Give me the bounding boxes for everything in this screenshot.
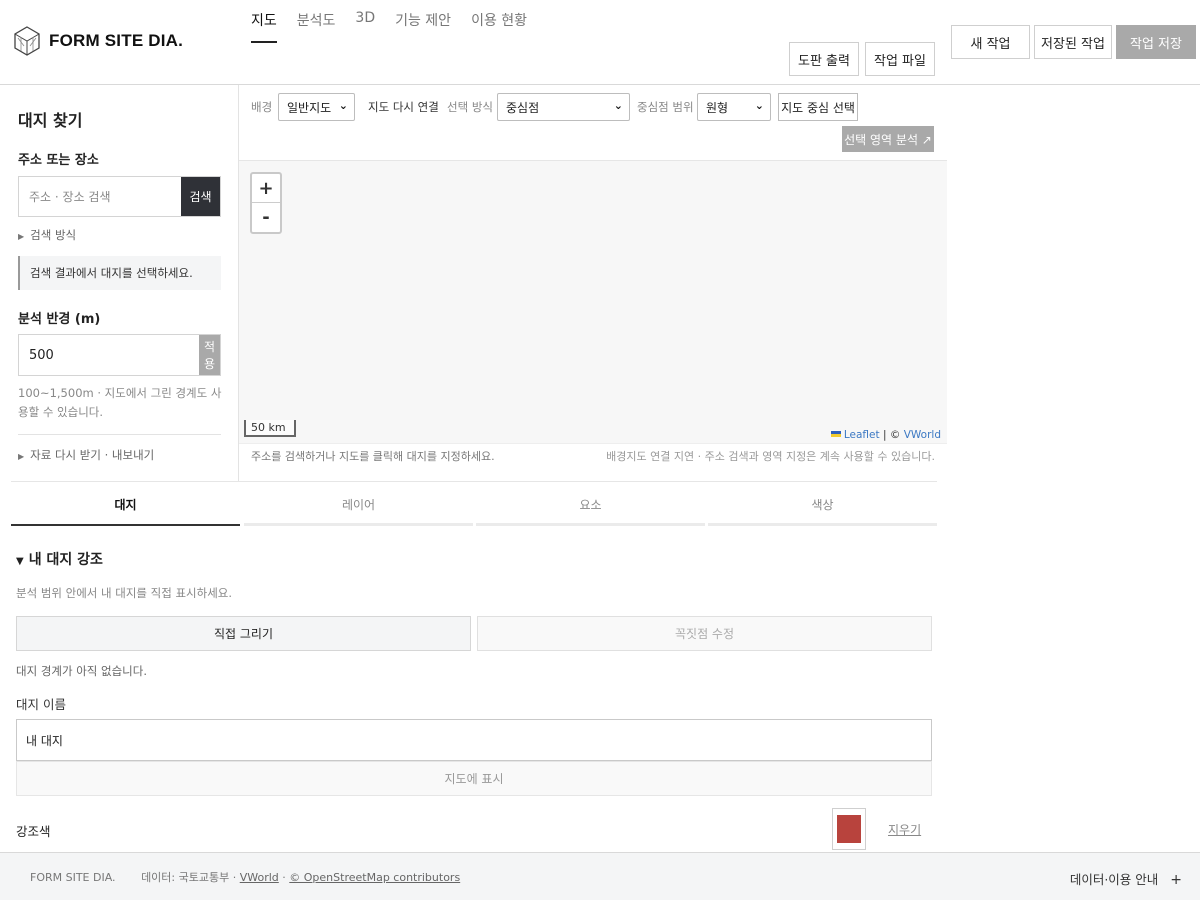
- page-footer: FORM SITE DIA. 데이터: 국토교통부 · VWorld · © O…: [0, 852, 1200, 900]
- logo-text: FORM SITE DIA.: [49, 31, 184, 50]
- map-hint: 주소를 검색하거나 지도를 클릭해 대지를 지정하세요.: [251, 450, 495, 463]
- edit-vertex-button[interactable]: 꼭짓점 수정: [477, 616, 932, 651]
- search-method-toggle[interactable]: ▶ 검색 방식: [18, 227, 76, 243]
- new-work-button[interactable]: 새 작업: [951, 25, 1030, 59]
- work-file-button[interactable]: 작업 파일: [865, 42, 935, 76]
- center-range-select[interactable]: 원형 ⌄: [697, 93, 771, 121]
- footer-brand: FORM SITE DIA.: [30, 871, 116, 884]
- site-name-label: 대지 이름: [16, 697, 66, 712]
- site-search-panel: 대지 찾기 주소 또는 장소 검색 ▶ 검색 방식 검색 결과에서 대지를 선택하…: [0, 85, 239, 481]
- nav-analysis[interactable]: 분석도: [297, 10, 336, 43]
- plus-icon: +: [1170, 872, 1182, 888]
- clear-color-link[interactable]: 지우기: [888, 821, 921, 838]
- radius-input[interactable]: [19, 335, 199, 375]
- tab-layers[interactable]: 레이어: [244, 482, 473, 526]
- center-range-label: 중심점 범위: [637, 100, 694, 114]
- attribution-separator: | ©: [882, 429, 901, 441]
- triangle-right-icon: ▶: [18, 452, 25, 461]
- zoom-out-button[interactable]: -: [252, 203, 280, 232]
- triangle-right-icon: ▶: [18, 232, 25, 241]
- tab-site[interactable]: 대지: [11, 482, 240, 526]
- show-on-map-button[interactable]: 지도에 표시: [16, 761, 932, 796]
- search-hint: 검색 결과에서 대지를 선택하세요.: [18, 256, 221, 290]
- footer-credits: FORM SITE DIA. 데이터: 국토교통부 · VWorld · © O…: [30, 869, 460, 885]
- nav-3d[interactable]: 3D: [355, 10, 375, 43]
- address-label: 주소 또는 장소: [18, 153, 99, 168]
- vworld-link[interactable]: VWorld: [904, 429, 941, 441]
- triangle-down-icon: ▼: [16, 556, 24, 567]
- chevron-down-icon: ⌄: [338, 99, 348, 112]
- zoom-in-button[interactable]: +: [252, 174, 280, 203]
- reload-export-label: 자료 다시 받기 · 내보내기: [30, 448, 155, 462]
- section-description: 분석 범위 안에서 내 대지를 직접 표시하세요.: [16, 586, 233, 600]
- analyze-selection-button[interactable]: 선택 영역 분석 ↗: [842, 126, 934, 152]
- app-header: FORM SITE DIA. 지도 분석도 3D 기능 제안 이용 현황 도판 …: [0, 0, 1200, 85]
- section-title: 내 대지 강조: [28, 552, 103, 568]
- draw-directly-button[interactable]: 직접 그리기: [16, 616, 471, 651]
- accent-color-picker[interactable]: [832, 808, 866, 850]
- map-canvas[interactable]: + - 50 km Leaflet | © VWorld: [239, 161, 947, 443]
- map-connection-status: 배경지도 연결 지연 · 주소 검색과 영역 지정은 계속 사용할 수 있습니다…: [606, 450, 935, 463]
- accent-color-swatch: [837, 815, 861, 843]
- panel-title: 대지 찾기: [18, 111, 83, 130]
- save-work-button[interactable]: 작업 저장: [1116, 25, 1196, 59]
- nav-feature-request[interactable]: 기능 제안: [395, 10, 451, 43]
- footer-vworld-link[interactable]: VWorld: [240, 871, 279, 884]
- zoom-control: + -: [250, 172, 282, 234]
- divider: [18, 434, 221, 435]
- center-range-value: 원형: [706, 100, 729, 115]
- search-method-label: 검색 방식: [30, 228, 77, 242]
- nav-map[interactable]: 지도: [251, 10, 277, 43]
- select-mode-label: 선택 방식: [447, 100, 493, 114]
- background-label: 배경: [251, 100, 273, 114]
- tab-colors[interactable]: 색상: [708, 482, 937, 526]
- chevron-down-icon: ⌄: [754, 99, 764, 112]
- panel-tabs: 대지 레이어 요소 색상: [11, 481, 937, 526]
- footer-data-source: 데이터: 국토교통부 ·: [141, 871, 237, 884]
- saved-work-button[interactable]: 저장된 작업: [1034, 25, 1112, 59]
- main-nav: 지도 분석도 3D 기능 제안 이용 현황: [251, 10, 547, 43]
- address-search-box: 검색: [18, 176, 221, 217]
- reconnect-map-link[interactable]: 지도 다시 연결: [368, 99, 439, 115]
- footer-osm-link[interactable]: © OpenStreetMap contributors: [289, 871, 460, 884]
- background-select[interactable]: 일반지도 ⌄: [278, 93, 355, 121]
- map-toolbar: 배경 일반지도 ⌄ 지도 다시 연결 선택 방식 중심점 ⌄ 중심점 범위 원형…: [239, 85, 947, 161]
- nav-usage-status[interactable]: 이용 현황: [471, 10, 527, 43]
- radius-box: 적용: [18, 334, 221, 376]
- leaflet-link[interactable]: Leaflet: [844, 429, 880, 441]
- radius-label: 분석 반경 (m): [18, 312, 101, 327]
- reload-export-toggle[interactable]: ▶ 자료 다시 받기 · 내보내기: [18, 447, 154, 463]
- logo-cube-icon: [14, 26, 40, 56]
- map-attribution: Leaflet | © VWorld: [830, 429, 941, 441]
- background-select-value: 일반지도: [287, 100, 332, 115]
- no-boundary-message: 대지 경계가 아직 없습니다.: [16, 664, 148, 678]
- address-search-input[interactable]: [19, 177, 181, 216]
- select-mode-select[interactable]: 중심점 ⌄: [497, 93, 630, 121]
- tab-elements[interactable]: 요소: [476, 482, 705, 526]
- data-usage-info-label: 데이터·이용 안내: [1069, 872, 1159, 887]
- data-usage-info-toggle[interactable]: 데이터·이용 안내 +: [1070, 869, 1182, 888]
- ukraine-flag-icon: [830, 431, 841, 437]
- scale-bar: 50 km: [244, 420, 296, 437]
- map-status-bar: 주소를 검색하거나 지도를 클릭해 대지를 지정하세요. 배경지도 연결 지연 …: [239, 443, 947, 481]
- highlight-site-toggle[interactable]: ▼ 내 대지 강조: [16, 549, 103, 569]
- select-mode-value: 중심점: [506, 100, 540, 115]
- chevron-down-icon: ⌄: [613, 99, 623, 112]
- site-name-input[interactable]: [16, 719, 932, 761]
- logo[interactable]: FORM SITE DIA.: [14, 26, 183, 56]
- accent-color-label: 강조색: [16, 824, 51, 839]
- search-button[interactable]: 검색: [181, 177, 220, 216]
- radius-help: 100~1,500m · 지도에서 그린 경계도 사용할 수 있습니다.: [18, 386, 222, 419]
- apply-radius-button[interactable]: 적용: [199, 335, 220, 375]
- map-center-select-button[interactable]: 지도 중심 선택: [778, 93, 858, 121]
- print-plate-button[interactable]: 도판 출력: [789, 42, 859, 76]
- footer-separator: ·: [282, 871, 286, 884]
